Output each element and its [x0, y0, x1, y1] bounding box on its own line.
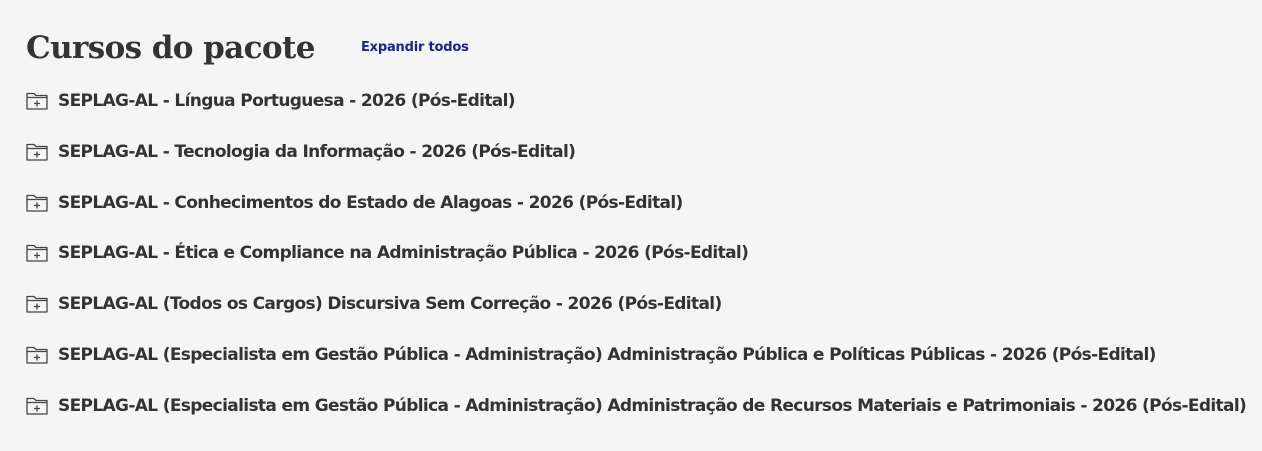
course-item[interactable]: SEPLAG-AL (Especialista em Gestão Públic…	[26, 393, 1247, 444]
course-title[interactable]: SEPLAG-AL - Conhecimentos do Estado de A…	[58, 190, 683, 216]
course-item[interactable]: SEPLAG-AL (Todos os Cargos) Discursiva S…	[26, 291, 1246, 342]
course-list: SEPLAG-AL - Língua Portuguesa - 2026 (Pó…	[26, 88, 1247, 444]
folder-plus-icon	[26, 142, 48, 161]
course-title[interactable]: SEPLAG-AL - Língua Portuguesa - 2026 (Pó…	[58, 88, 516, 114]
course-item[interactable]: SEPLAG-AL (Especialista em Gestão Públic…	[26, 342, 1246, 393]
folder-plus-icon	[26, 396, 48, 415]
section-header: Cursos do pacote Expandir todos	[26, 26, 469, 70]
course-title[interactable]: SEPLAG-AL - Ética e Compliance na Admini…	[58, 240, 749, 266]
course-title[interactable]: SEPLAG-AL - Tecnologia da Informação - 2…	[58, 139, 576, 165]
course-title[interactable]: SEPLAG-AL (Todos os Cargos) Discursiva S…	[58, 291, 722, 317]
folder-plus-icon	[26, 294, 48, 313]
course-item[interactable]: SEPLAG-AL - Tecnologia da Informação - 2…	[26, 139, 1246, 190]
course-item[interactable]: SEPLAG-AL - Língua Portuguesa - 2026 (Pó…	[26, 88, 1246, 139]
folder-plus-icon	[26, 345, 48, 364]
folder-plus-icon	[26, 243, 48, 263]
page-title: Cursos do pacote	[26, 30, 315, 66]
course-item[interactable]: SEPLAG-AL - Conhecimentos do Estado de A…	[26, 190, 1246, 241]
course-title[interactable]: SEPLAG-AL (Especialista em Gestão Públic…	[58, 393, 1247, 419]
folder-plus-icon	[26, 193, 48, 212]
course-item[interactable]: SEPLAG-AL - Ética e Compliance na Admini…	[26, 240, 1246, 291]
folder-plus-icon	[26, 91, 48, 110]
course-title[interactable]: SEPLAG-AL (Especialista em Gestão Públic…	[58, 342, 1156, 368]
expand-all-link[interactable]: Expandir todos	[361, 40, 469, 55]
